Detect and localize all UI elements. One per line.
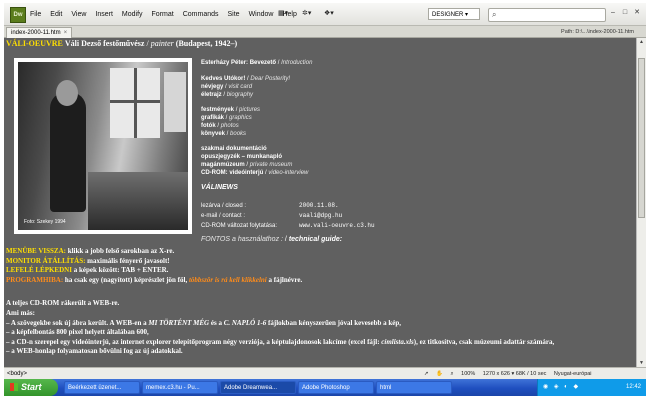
window-controls: – □ ✕ <box>606 8 642 18</box>
design-view: VÁLI-OEUVRE Váli Dezső festőművész / pai… <box>4 38 636 367</box>
gear-icon[interactable]: ✲▾ <box>302 8 311 20</box>
closed-label: lezárva / closed : <box>201 203 247 209</box>
task-inbox[interactable]: Beérkezett üzenet... <box>64 381 140 394</box>
tab-filename: index-2000-11.htm <box>11 30 61 36</box>
menu-items: File Edit View Insert Modify Format Comm… <box>30 3 306 25</box>
note-other: Ami más: <box>6 308 35 317</box>
scroll-up-icon[interactable]: ▲ <box>637 38 646 46</box>
tab-document[interactable]: index-2000-11.htm × <box>6 27 73 38</box>
menu-window[interactable]: Window <box>249 11 274 18</box>
closed-value: 2000.11.08. <box>299 202 339 209</box>
layout-icon[interactable]: ▦▾ <box>278 8 288 20</box>
menu-format[interactable]: Format <box>152 11 174 18</box>
technical-guide-line[interactable]: FONTOS a használathoz : / technical guid… <box>201 236 342 244</box>
note-updates: – a WEB-honlap folyamatosan bővülni fog … <box>6 347 183 356</box>
link-visit-card[interactable]: névjegy / visit card <box>201 83 252 91</box>
taskbar: Start Beérkezett üzenet... memex.c3.hu -… <box>4 379 646 396</box>
note-images: – A szövegekbe sok új ábra került. A WEB… <box>6 318 402 327</box>
task-dreamweaver[interactable]: Adobe Dreamwea... <box>220 381 296 394</box>
header-name: Váli Dezső festőművész <box>64 39 145 48</box>
system-tray: ◉ ◈ ◐ ◆ 12:42 <box>537 379 646 396</box>
tray-icons[interactable]: ◉ ◈ ◐ ◆ <box>543 379 580 396</box>
close-icon[interactable]: ✕ <box>632 8 642 18</box>
start-button[interactable]: Start <box>4 379 58 396</box>
search-icon: ⌕ <box>492 10 497 19</box>
task-list: Beérkezett üzenet... memex.c3.hu - Pu...… <box>64 381 454 394</box>
link-video-interview[interactable]: CD-ROM: videóinterjú / video-interview <box>201 169 308 177</box>
email-label: e-mail / contact : <box>201 213 246 219</box>
menu-modify[interactable]: Modify <box>122 11 143 18</box>
link-photos[interactable]: fotók / photos <box>201 122 239 130</box>
dreamweaver-logo: Dw <box>10 7 26 23</box>
task-photoshop[interactable]: Adobe Photoshop <box>298 381 374 394</box>
vertical-scrollbar[interactable]: ▲ ▼ <box>636 38 646 367</box>
page-header: VÁLI-OEUVRE Váli Dezső festőművész / pai… <box>6 39 238 48</box>
link-posterity[interactable]: Kedves Utókor! / Dear Posterity! <box>201 75 290 83</box>
document-tab-bar: index-2000-11.htm × Path: D:\...\index-20… <box>4 26 646 38</box>
artist-photo: Foto: Szekey 1994 <box>14 58 192 234</box>
file-path: Path: D:\...\index-2000-11.htm <box>561 29 634 35</box>
menu-commands[interactable]: Commands <box>183 11 219 18</box>
minimize-icon[interactable]: – <box>608 8 618 18</box>
email-link[interactable]: vaali@dpg.hu <box>299 212 342 220</box>
artist-photo-image: Foto: Szekey 1994 <box>18 62 188 230</box>
maximize-icon[interactable]: □ <box>620 8 630 18</box>
menu-edit[interactable]: Edit <box>50 11 62 18</box>
header-place: (Budapest, 1942–) <box>175 39 238 48</box>
news-title: VÁLINEWS <box>201 184 238 191</box>
windows-flag-icon <box>10 383 18 391</box>
extend-icon[interactable]: ❖▾ <box>324 8 334 20</box>
clock: 12:42 <box>625 384 641 390</box>
search-input[interactable]: ⌕ <box>488 8 606 22</box>
photo-caption: Foto: Szekey 1994 <box>24 219 66 225</box>
cd-label: CD-ROM változat folytatása: <box>201 223 278 229</box>
menu-file[interactable]: File <box>30 11 41 18</box>
task-html-folder[interactable]: html <box>376 381 452 394</box>
link-biography[interactable]: életrajz / biography <box>201 91 253 99</box>
menu-insert[interactable]: Insert <box>95 11 113 18</box>
header-yellow: VÁLI-OEUVRE <box>6 39 63 48</box>
note-cdrom: A teljes CD-ROM rákerült a WEB-re. <box>6 299 120 308</box>
menu-bar: Dw File Edit View Insert Modify Format C… <box>4 3 646 26</box>
workspace-switcher[interactable]: DESIGNER ▾ <box>428 8 480 20</box>
task-browser[interactable]: memex.c3.hu - Pu... <box>142 381 218 394</box>
link-private-museum[interactable]: magánmúzeum / private museum <box>201 161 292 169</box>
link-books[interactable]: könyvek / books <box>201 130 246 138</box>
note-navigation: LEFELÉ LÉPKEDNI a képek között: TAB + EN… <box>6 266 169 275</box>
scroll-down-icon[interactable]: ▼ <box>637 359 646 367</box>
link-opus-list[interactable]: opuszjegyzék – munkanapló <box>201 153 282 161</box>
note-monitor: MONITOR ÁTÁLLÍTÁS: maximális fényerő jav… <box>6 256 170 265</box>
link-pictures[interactable]: festmények / pictures <box>201 106 260 114</box>
notes-block: MENÜBE VISSZA: klikk a jobb felső sarokb… <box>6 247 634 357</box>
menu-site[interactable]: Site <box>228 11 240 18</box>
note-resolution: – a képfelbontás 800 pixel helyett által… <box>6 328 149 337</box>
header-role: painter <box>150 39 174 48</box>
link-introduction[interactable]: Esterházy Péter: Bevezető / Introduction <box>201 59 312 67</box>
link-graphics[interactable]: grafikák / graphics <box>201 114 252 122</box>
note-program-bug: PROGRAMHIBA: ha csak egy (nagyított) kép… <box>6 275 303 284</box>
docs-title: szakmai dokumentáció <box>201 146 267 152</box>
cd-link[interactable]: www.vali-oeuvre.c3.hu <box>299 222 375 230</box>
screen: Dw File Edit View Insert Modify Format C… <box>4 3 646 396</box>
scroll-thumb[interactable] <box>638 58 645 218</box>
menu-view[interactable]: View <box>71 11 86 18</box>
note-cd-content: – a CD-n szerepel egy videóinterjú, az i… <box>6 337 555 346</box>
note-menu-back: MENÜBE VISSZA: klikk a jobb felső sarokb… <box>6 247 175 255</box>
close-icon[interactable]: × <box>64 30 68 36</box>
